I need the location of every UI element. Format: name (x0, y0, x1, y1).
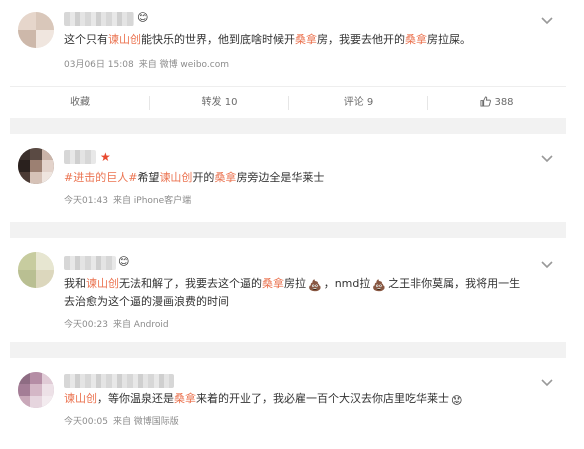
mention-link[interactable]: 谏山创 (86, 277, 119, 290)
mention-link[interactable]: 谏山创 (159, 171, 192, 184)
username[interactable] (64, 256, 116, 270)
mention-link[interactable]: 谏山创 (64, 392, 97, 405)
chevron-down-icon[interactable] (540, 154, 554, 164)
source: 来自 微博国际版 (112, 417, 179, 427)
source: 来自 Android (112, 320, 169, 330)
post-text: 这个只有谏山创能快乐的世界，他到底啥时候开桑拿房，我要去他开的桑拿房拉屎。 (64, 33, 471, 46)
keyword-link[interactable]: 桑拿 (295, 33, 317, 46)
timestamp[interactable]: 今天01:43 (64, 196, 108, 206)
smile-emoji: 😊 (118, 255, 130, 268)
avatar[interactable] (18, 252, 54, 288)
chevron-down-icon[interactable] (540, 16, 554, 26)
smile-emoji: 😊 (137, 11, 149, 24)
username[interactable] (64, 374, 174, 388)
star-icon: ★ (100, 150, 111, 164)
avatar[interactable] (18, 12, 54, 48)
hashtag-link[interactable]: #进击的巨人# (64, 171, 137, 184)
avatar[interactable] (18, 372, 54, 408)
username[interactable] (64, 12, 134, 26)
post-text: #进击的巨人#希望谏山创开的桑拿房旁边全是华莱士 (64, 171, 325, 184)
post-card-1: 😊 这个只有谏山创能快乐的世界，他到底啥时候开桑拿房，我要去他开的桑拿房拉屎。 … (10, 0, 566, 86)
source: 来自 微博 weibo.com (138, 60, 229, 70)
keyword-link[interactable]: 桑拿 (174, 392, 196, 405)
post-meta: 今天01:43 来自 iPhone客户端 (64, 193, 196, 206)
post-text: 谏山创，等你温泉还是桑拿来着的开业了，我必雇一百个大汉去你店里吃华莱士 😟 (64, 392, 463, 407)
keyword-link[interactable]: 桑拿 (405, 33, 427, 46)
post-card-2: ★ #进击的巨人#希望谏山创开的桑拿房旁边全是华莱士 今天01:43 来自 iPh… (10, 134, 566, 222)
separator (10, 118, 566, 134)
post-meta: 今天00:05 来自 微博国际版 (64, 414, 184, 427)
post-meta: 今天00:23 来自 Android (64, 317, 174, 330)
post-text-line-1: 我和谏山创无法和解了，我要去这个逼的桑拿房拉 💩 ，nmd拉 💩 之王非你莫属，我将用一… (64, 277, 521, 292)
post-card-3: 😊 我和谏山创无法和解了，我要去这个逼的桑拿房拉 💩 ，nmd拉 💩 之王非你莫属，我将… (10, 238, 566, 342)
username[interactable] (64, 150, 96, 164)
avatar[interactable] (18, 148, 54, 184)
timestamp[interactable]: 今天00:05 (64, 417, 108, 427)
source: 来自 iPhone客户端 (112, 196, 192, 206)
keyword-link[interactable]: 桑拿 (262, 277, 284, 290)
timestamp[interactable]: 今天00:23 (64, 320, 108, 330)
separator (10, 342, 566, 358)
mention-link[interactable]: 谏山创 (108, 33, 141, 46)
chevron-down-icon[interactable] (540, 260, 554, 270)
thumbs-up-icon (480, 96, 492, 107)
poop-emoji: 💩 (372, 279, 387, 292)
action-bar: 收藏 转发 10 评论 9 388 (10, 86, 566, 118)
comment-button[interactable]: 评论 9 (289, 87, 428, 119)
separator (10, 222, 566, 238)
keyword-link[interactable]: 桑拿 (214, 171, 236, 184)
like-button[interactable]: 388 (428, 87, 566, 119)
repost-button[interactable]: 转发 10 (150, 87, 289, 119)
collect-button[interactable]: 收藏 (10, 87, 150, 119)
post-card-4: 谏山创，等你温泉还是桑拿来着的开业了，我必雇一百个大汉去你店里吃华莱士 😟 今天0… (10, 358, 566, 449)
chevron-down-icon[interactable] (540, 378, 554, 388)
poop-emoji: 💩 (308, 279, 322, 292)
timestamp[interactable]: 03月06日 15:08 (64, 60, 134, 70)
post-text-line-2: 去治愈为这个逼的漫画浪费的时间 (64, 295, 229, 308)
sad-face-emoji: 😟 (451, 394, 463, 407)
post-meta: 03月06日 15:08 来自 微博 weibo.com (64, 57, 234, 70)
